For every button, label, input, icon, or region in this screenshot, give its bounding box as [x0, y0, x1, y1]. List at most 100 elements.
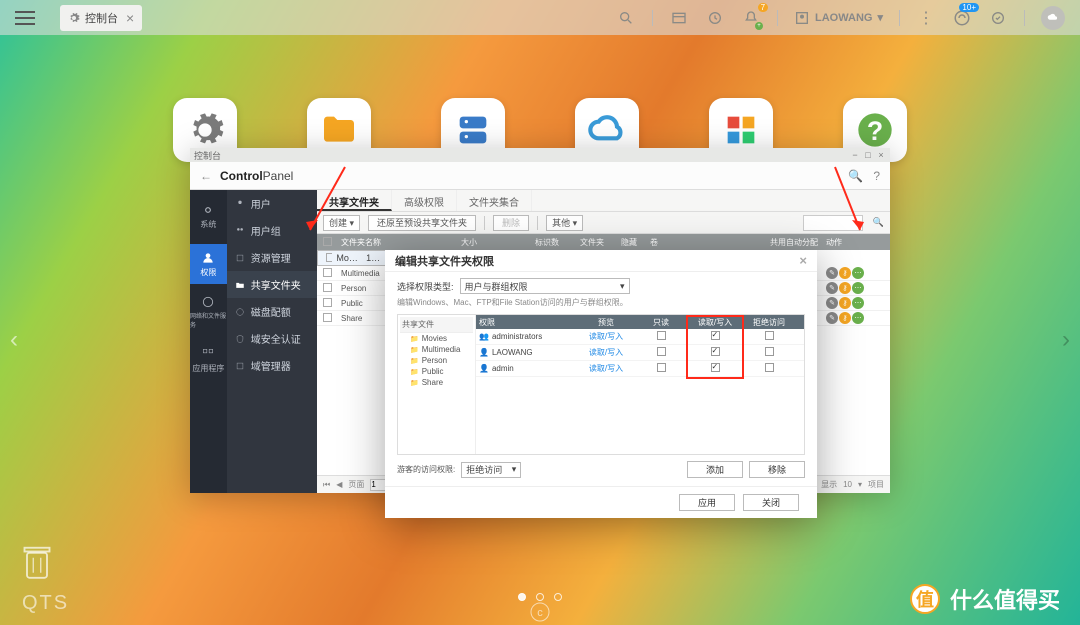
header-help-icon[interactable]: ?	[873, 169, 880, 183]
add-button[interactable]: 添加	[687, 461, 743, 478]
toolbar: 创建 ▾ 还原至预设共享文件夹 删除 其他 ▾ 🔍	[317, 212, 890, 234]
trash-icon[interactable]	[22, 544, 52, 580]
window-maximize-icon[interactable]: □	[863, 150, 873, 160]
open-tab-control-panel[interactable]: 控制台 ×	[60, 5, 142, 31]
subnav-users[interactable]: 用户	[227, 190, 317, 217]
table-header: 文件夹名称 大小 标识数 文件夹 隐藏 卷 共用自动分配 动作	[317, 234, 890, 250]
tasks-icon[interactable]	[705, 8, 725, 28]
search-icon[interactable]	[616, 8, 636, 28]
perm-deny-checkbox[interactable]	[765, 363, 774, 372]
tab-label: 控制台	[85, 10, 118, 26]
folder-search-input[interactable]	[803, 215, 863, 231]
restore-button[interactable]: 还原至预设共享文件夹	[368, 215, 476, 231]
sync-icon[interactable]	[988, 8, 1008, 28]
tab-advanced-perms[interactable]: 高级权限	[392, 190, 457, 211]
more-icon[interactable]: ⋯	[852, 267, 864, 279]
perm-row[interactable]: 👤 admin 读取/写入	[476, 361, 804, 377]
guest-access-label: 游客的访问权限:	[397, 464, 455, 475]
page-dot-2[interactable]	[536, 593, 544, 601]
apply-button[interactable]: 应用	[679, 494, 735, 511]
watermark: 值 什么值得买	[910, 583, 1060, 615]
perm-rw-checkbox[interactable]	[711, 363, 720, 372]
main-menu-icon[interactable]	[15, 11, 35, 25]
close-button[interactable]: 关闭	[743, 494, 799, 511]
remove-button[interactable]: 移除	[749, 461, 805, 478]
subnav-shared-folders[interactable]: 共享文件夹	[227, 271, 317, 298]
sidebar-network[interactable]: 网络和文件服务	[190, 292, 227, 332]
qboost-icon[interactable]: 10+	[952, 8, 972, 28]
gear-icon	[201, 203, 215, 217]
chevron-down-icon: ▾	[877, 11, 883, 24]
back-icon[interactable]: ←	[200, 169, 212, 183]
search-icon[interactable]: 🔍	[873, 217, 884, 228]
more-icon[interactable]: ⋯	[852, 312, 864, 324]
perm-deny-checkbox[interactable]	[765, 347, 774, 356]
folder-icon	[319, 110, 359, 150]
create-dropdown[interactable]: 创建 ▾	[323, 215, 360, 231]
perm-icon[interactable]: ⚷	[839, 297, 851, 309]
folder-tree: 共享文件 MoviesMultimediaPersonPublicShare	[398, 315, 476, 454]
window-titlebar[interactable]: 控制台 − □ ×	[190, 148, 890, 162]
desktop-prev[interactable]: ‹	[0, 313, 28, 368]
perm-row[interactable]: 👥 administrators 读取/写入	[476, 329, 804, 345]
page-dot-3[interactable]	[554, 593, 562, 601]
perm-hint: 编辑Windows、Mac、FTP和File Station访问的用户与群组权限…	[397, 297, 805, 308]
perm-rw-checkbox[interactable]	[711, 331, 720, 340]
other-dropdown[interactable]: 其他 ▾	[546, 215, 583, 231]
perm-icon[interactable]: ⚷	[839, 282, 851, 294]
tree-node[interactable]: Public	[400, 366, 473, 377]
edit-icon[interactable]: ✎	[826, 267, 838, 279]
tab-folder-aggregation[interactable]: 文件夹集合	[457, 190, 532, 211]
perm-deny-checkbox[interactable]	[765, 331, 774, 340]
delete-button[interactable]: 删除	[493, 215, 529, 231]
more-icon[interactable]: ⋯	[852, 297, 864, 309]
window-close-icon[interactable]: ×	[876, 150, 886, 160]
perm-table-header: 权限 预览 只读 读取/写入 拒绝访问	[476, 315, 804, 329]
notifications-icon[interactable]: 7+	[741, 8, 761, 28]
desktop: 控制台 × 7+ LAOWANG ▾ ⋮ 10+	[0, 0, 1080, 625]
perm-icon[interactable]: ⚷	[839, 312, 851, 324]
tab-close-icon[interactable]: ×	[126, 10, 134, 26]
subnav-domain-controller[interactable]: 域管理器	[227, 352, 317, 379]
perm-rw-checkbox[interactable]	[711, 347, 720, 356]
tree-node[interactable]: Multimedia	[400, 344, 473, 355]
subnav-quota[interactable]: 磁盘配额	[227, 298, 317, 325]
desktop-next[interactable]: ›	[1052, 313, 1080, 368]
edit-icon[interactable]: ✎	[826, 282, 838, 294]
perm-ro-checkbox[interactable]	[657, 331, 666, 340]
page-dot-1[interactable]	[518, 593, 526, 601]
perm-type-select[interactable]: 用户与群组权限▾	[460, 278, 630, 294]
tree-node[interactable]: Share	[400, 377, 473, 388]
select-all-checkbox[interactable]	[323, 237, 332, 246]
subnav-resources[interactable]: 资源管理	[227, 244, 317, 271]
sidebar-privilege[interactable]: 权限	[190, 244, 227, 284]
guest-access-select[interactable]: 拒绝访问▾	[461, 462, 521, 478]
perm-ro-checkbox[interactable]	[657, 363, 666, 372]
tree-node[interactable]: Person	[400, 355, 473, 366]
user-menu[interactable]: LAOWANG ▾	[794, 10, 883, 26]
subnav-groups[interactable]: 用户组	[227, 217, 317, 244]
header-search-icon[interactable]: 🔍	[848, 169, 863, 183]
category-sidebar: 系统 权限 网络和文件服务 应用程序	[190, 190, 227, 493]
dashboard-icon[interactable]	[669, 8, 689, 28]
subnav: 用户 用户组 资源管理 共享文件夹 磁盘配额 域安全认证 域管理器	[227, 190, 317, 493]
tab-shared-folders[interactable]: 共享文件夹	[317, 190, 392, 211]
edit-icon[interactable]: ✎	[826, 312, 838, 324]
gear-icon	[185, 110, 225, 150]
window-minimize-icon[interactable]: −	[850, 150, 860, 160]
sidebar-system[interactable]: 系统	[190, 196, 227, 236]
modal-close-icon[interactable]: ×	[799, 253, 807, 268]
cloud-icon[interactable]	[1041, 6, 1065, 30]
sidebar-apps[interactable]: 应用程序	[190, 340, 227, 380]
perm-icon[interactable]: ⚷	[839, 267, 851, 279]
gear-icon	[68, 12, 80, 24]
globe-icon	[201, 295, 215, 309]
perm-ro-checkbox[interactable]	[657, 347, 666, 356]
edit-icon[interactable]: ✎	[826, 297, 838, 309]
more-icon[interactable]: ⋯	[852, 282, 864, 294]
subnav-domain-security[interactable]: 域安全认证	[227, 325, 317, 352]
tree-node[interactable]: Movies	[400, 333, 473, 344]
more-icon[interactable]: ⋮	[916, 8, 936, 28]
perm-table-body: 👥 administrators 读取/写入 👤 LAOWANG 读取/写入 👤…	[476, 329, 804, 454]
perm-row[interactable]: 👤 LAOWANG 读取/写入	[476, 345, 804, 361]
